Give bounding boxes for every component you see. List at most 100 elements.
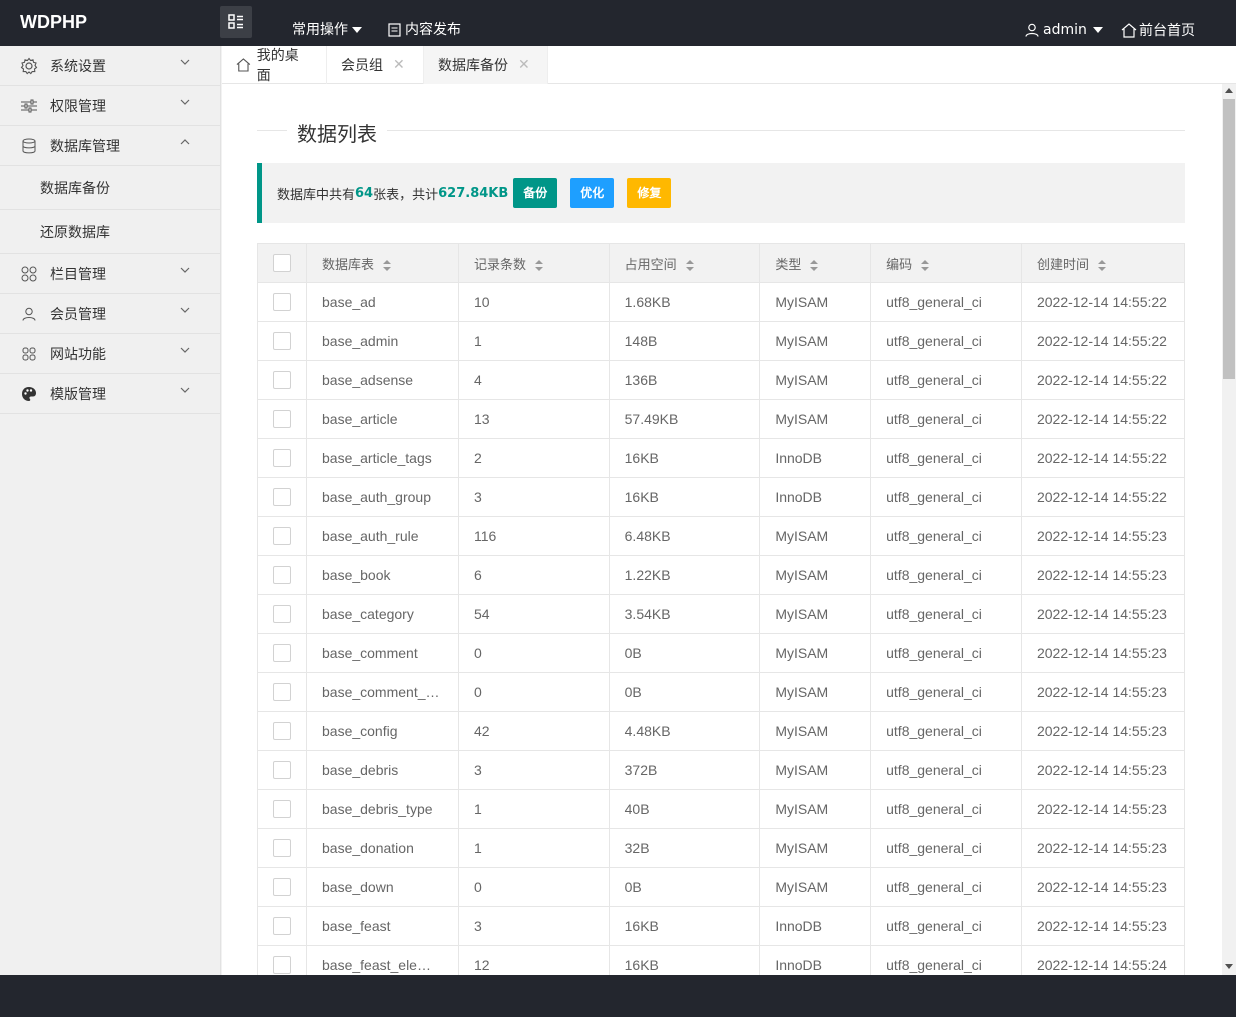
backup-button[interactable]: 备份 [513, 178, 558, 208]
row-select-cell [257, 555, 307, 595]
row-checkbox[interactable] [273, 410, 291, 429]
table-name-cell: base_comment [306, 633, 459, 673]
sidebar-item-site-functions[interactable]: 网站功能 [0, 334, 220, 374]
created-time-cell: 2022-12-14 14:55:22 [1020, 360, 1186, 400]
row-checkbox[interactable] [273, 800, 291, 819]
row-checkbox[interactable] [273, 878, 291, 897]
table-row: base_comment_… 0 0B MyISAM utf8_general_ci 20… [257, 672, 1186, 712]
chevron-down-icon [180, 267, 190, 273]
col-header-size[interactable]: 占用空间 [608, 243, 761, 283]
sort-icon[interactable] [685, 259, 695, 272]
col-header-label: 占用空间 [624, 257, 677, 273]
engine-cell: MyISAM [759, 399, 872, 439]
created-time-cell: 2022-12-14 14:55:22 [1020, 282, 1186, 322]
row-checkbox[interactable] [273, 761, 291, 780]
table-row: base_adsense 4 136B MyISAM utf8_general_ci 20… [257, 360, 1186, 400]
sidebar-item-templates[interactable]: 模版管理 [0, 374, 220, 414]
created-time-cell: 2022-12-14 14:55:23 [1020, 867, 1186, 907]
row-checkbox[interactable] [273, 956, 291, 975]
row-checkbox[interactable] [273, 917, 291, 936]
sort-icon[interactable] [382, 259, 392, 272]
common-ops-menu[interactable]: 常用操作 [292, 0, 362, 46]
col-header-label: 创建时间 [1036, 257, 1089, 273]
encoding-cell: utf8_general_ci [870, 633, 1022, 673]
tab-member-group[interactable]: 会员组 ✕ [327, 46, 424, 84]
apps-icon [20, 345, 38, 363]
row-checkbox[interactable] [273, 449, 291, 468]
sidebar-item-label: 数据库管理 [50, 138, 120, 155]
sidebar-subitem-db-restore[interactable]: 还原数据库 [0, 210, 220, 254]
tab-label: 数据库备份 [438, 58, 508, 74]
select-all-checkbox[interactable] [273, 254, 291, 272]
table-count: 64 [355, 185, 374, 201]
chevron-down-icon [180, 59, 190, 65]
tab-label: 我的桌面 [256, 48, 299, 84]
sort-icon[interactable] [1097, 259, 1107, 272]
row-checkbox[interactable] [273, 605, 291, 624]
sidebar-item-permissions[interactable]: 权限管理 [0, 86, 220, 126]
engine-cell: MyISAM [759, 360, 872, 400]
sidebar-item-members[interactable]: 会员管理 [0, 294, 220, 334]
summary-text-mid: 张表，共计 [373, 187, 439, 203]
sidebar-item-columns[interactable]: 栏目管理 [0, 254, 220, 294]
chevron-down-icon [180, 99, 190, 105]
record-count-cell: 3 [457, 477, 610, 517]
row-select-cell [257, 477, 307, 517]
row-select-cell [257, 945, 307, 975]
encoding-cell: utf8_general_ci [870, 438, 1022, 478]
tab-db-backup[interactable]: 数据库备份 ✕ [424, 46, 548, 84]
row-checkbox[interactable] [273, 722, 291, 741]
user-menu[interactable]: admin [1025, 0, 1103, 46]
created-time-cell: 2022-12-14 14:55:23 [1020, 594, 1186, 634]
summary-text-pre: 数据库中共有 [277, 187, 356, 203]
select-all-cell [257, 243, 307, 283]
row-checkbox[interactable] [273, 839, 291, 858]
engine-cell: MyISAM [759, 867, 872, 907]
sort-icon[interactable] [809, 259, 819, 272]
row-select-cell [257, 672, 307, 712]
scroll-up-arrow[interactable] [1225, 88, 1233, 93]
encoding-cell: utf8_general_ci [870, 711, 1022, 751]
sidebar-subitem-db-backup[interactable]: 数据库备份 [0, 166, 220, 210]
row-checkbox[interactable] [273, 644, 291, 663]
scroll-down-arrow[interactable] [1225, 964, 1233, 969]
scroll-thumb[interactable] [1223, 99, 1235, 379]
repair-button[interactable]: 修复 [627, 178, 672, 208]
frontend-home-link[interactable]: 前台首页 [1121, 0, 1195, 46]
col-header-type[interactable]: 类型 [759, 243, 872, 283]
size-cell: 0B [608, 867, 761, 907]
table-name-cell: base_auth_rule [306, 516, 459, 556]
row-checkbox[interactable] [273, 527, 291, 546]
optimize-button[interactable]: 优化 [570, 178, 615, 208]
close-icon[interactable]: ✕ [518, 57, 530, 73]
col-header-encoding[interactable]: 编码 [870, 243, 1022, 283]
col-header-table[interactable]: 数据库表 [306, 243, 459, 283]
col-header-created[interactable]: 创建时间 [1020, 243, 1186, 283]
table-name-cell: base_debris [306, 750, 459, 790]
row-checkbox[interactable] [273, 566, 291, 585]
sidebar-item-database[interactable]: 数据库管理 [0, 126, 220, 166]
menu-toggle-button[interactable] [220, 6, 252, 38]
record-count-cell: 42 [457, 711, 610, 751]
sort-icon[interactable] [534, 259, 544, 272]
publish-link[interactable]: 内容发布 [388, 0, 461, 46]
close-icon[interactable]: ✕ [393, 57, 405, 73]
chevron-down-icon [180, 307, 190, 313]
sort-icon[interactable] [920, 259, 930, 272]
row-checkbox[interactable] [273, 683, 291, 702]
record-count-cell: 116 [457, 516, 610, 556]
row-select-cell [257, 828, 307, 868]
table-row: base_admin 1 148B MyISAM utf8_general_ci 2022… [257, 321, 1186, 361]
created-time-cell: 2022-12-14 14:55:23 [1020, 750, 1186, 790]
row-checkbox[interactable] [273, 293, 291, 312]
row-checkbox[interactable] [273, 332, 291, 351]
tab-my-desktop[interactable]: 我的桌面 [222, 46, 327, 84]
table-name-cell: base_config [306, 711, 459, 751]
table-name-cell: base_debris_type [306, 789, 459, 829]
sidebar-item-system-settings[interactable]: 系统设置 [0, 46, 220, 86]
col-header-records[interactable]: 记录条数 [457, 243, 610, 283]
row-checkbox[interactable] [273, 371, 291, 390]
vertical-scrollbar[interactable] [1222, 84, 1236, 975]
row-checkbox[interactable] [273, 488, 291, 507]
size-cell: 0B [608, 672, 761, 712]
